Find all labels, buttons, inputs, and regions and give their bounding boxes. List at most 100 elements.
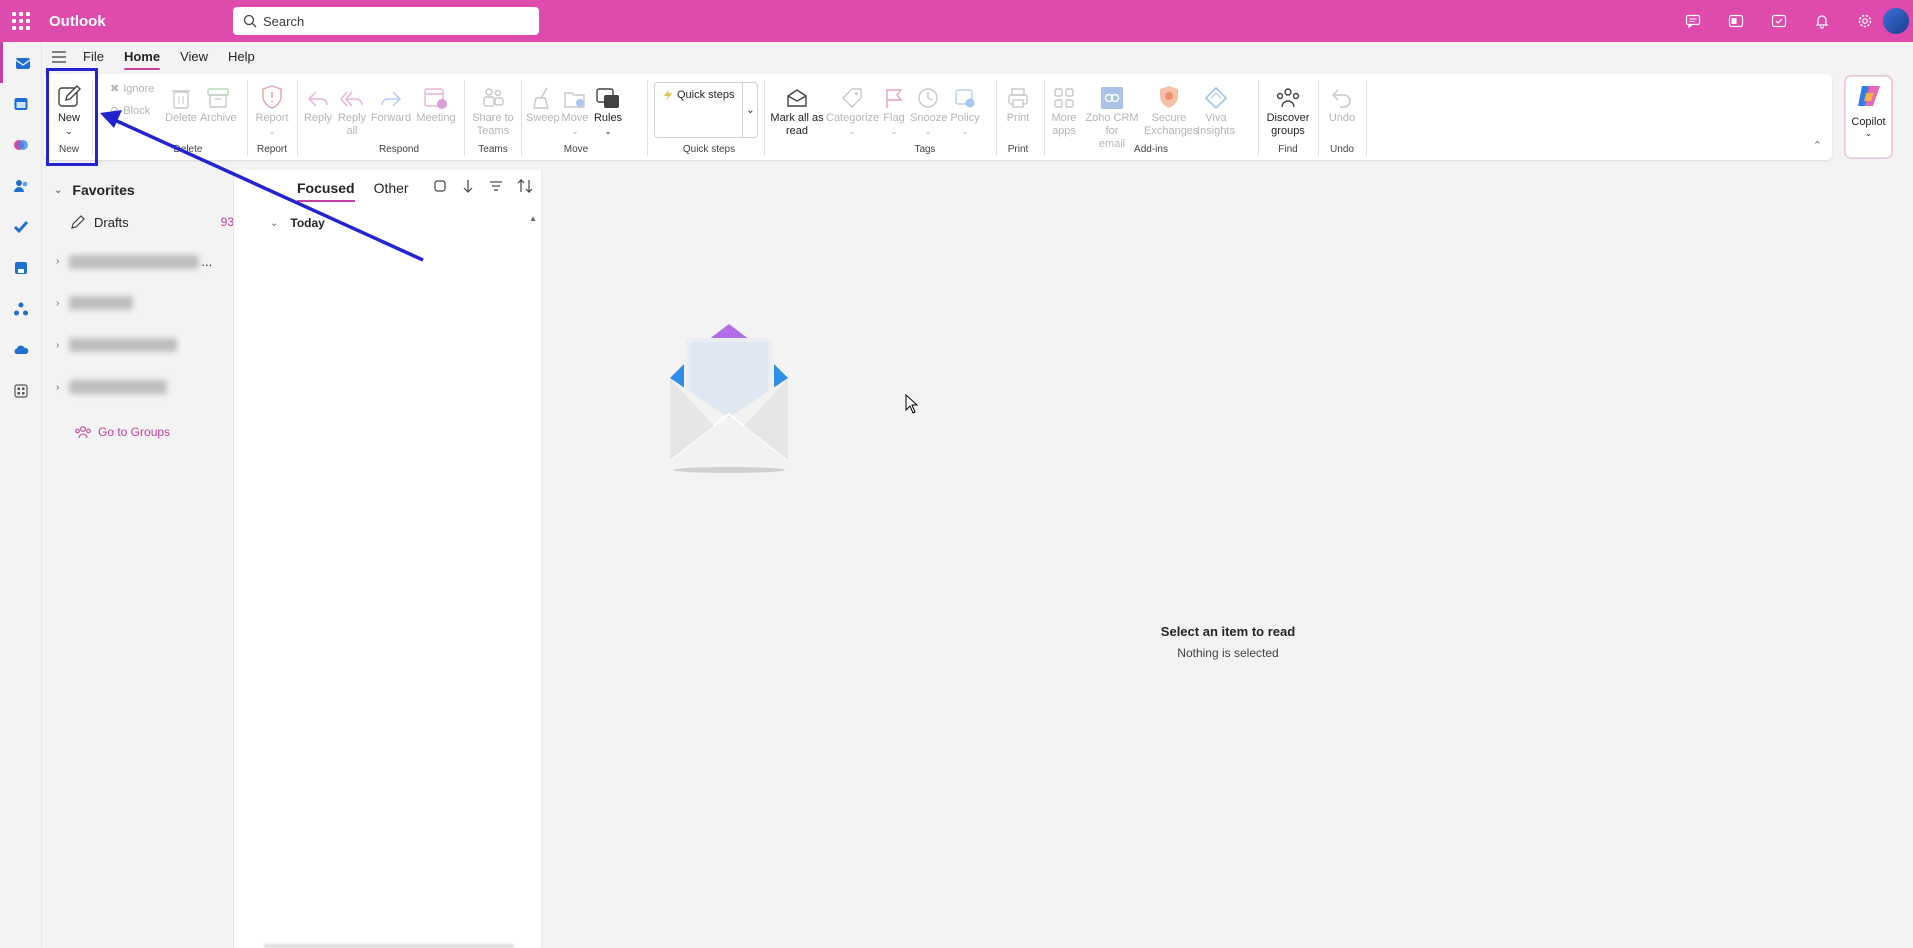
secure-exchanges-icon xyxy=(1160,86,1178,108)
more-apps-button[interactable]: More apps xyxy=(1048,80,1080,138)
rules-button[interactable]: Rules ⌄ xyxy=(592,80,624,138)
calendar-app-icon[interactable] xyxy=(0,83,42,124)
redacted-text xyxy=(69,338,178,352)
forward-icon xyxy=(381,91,402,107)
delete-label: Delete xyxy=(165,112,197,124)
go-to-groups-link[interactable]: Go to Groups xyxy=(74,425,170,439)
tab-help[interactable]: Help xyxy=(228,49,255,66)
quick-steps-dropdown[interactable]: ⌄ xyxy=(742,82,758,138)
mark-all-as-read-button[interactable]: Mark all as read xyxy=(770,80,824,138)
lightning-icon xyxy=(664,89,672,101)
tab-file[interactable]: File xyxy=(83,49,104,66)
chevron-down-icon: ⌄ xyxy=(890,126,898,136)
search-input[interactable]: Search xyxy=(233,7,539,35)
share-to-teams-button[interactable]: Share to Teams xyxy=(470,80,516,138)
ribbon-divider xyxy=(521,80,522,156)
print-button[interactable]: Print xyxy=(1000,80,1036,125)
hamburger-icon[interactable] xyxy=(44,51,74,63)
delete-button[interactable]: Delete xyxy=(165,80,197,125)
move-button[interactable]: Move ⌄ xyxy=(560,80,590,138)
folder-account-2[interactable]: › xyxy=(56,296,134,310)
shield-alert-icon xyxy=(262,85,282,109)
policy-icon xyxy=(955,89,975,108)
message-list-header: Focused Other xyxy=(234,170,543,206)
chevron-down-icon[interactable]: ⌄ xyxy=(592,125,624,138)
save-app-icon[interactable] xyxy=(0,247,42,288)
collapse-ribbon-button[interactable]: ⌃ xyxy=(1813,136,1822,154)
snooze-button[interactable]: Snooze ⌄ xyxy=(910,80,948,138)
move-label: Move xyxy=(561,112,589,124)
mail-app-icon[interactable] xyxy=(0,42,42,83)
tab-home[interactable]: Home xyxy=(123,49,161,70)
report-button[interactable]: Report ⌄ xyxy=(252,80,292,138)
secure-label: Secure xyxy=(1151,112,1187,124)
calendar-reply-icon xyxy=(424,88,447,109)
archive-button[interactable]: Archive xyxy=(200,80,237,125)
scroll-up-arrow[interactable]: ▲ xyxy=(529,214,537,223)
jump-to-icon[interactable] xyxy=(461,179,475,196)
tab-focused[interactable]: Focused xyxy=(297,180,355,202)
todo-app-icon[interactable] xyxy=(0,206,42,247)
chevron-down-icon: ⌄ xyxy=(571,126,579,136)
sweep-button[interactable]: Sweep xyxy=(526,80,560,125)
ignore-button[interactable]: ✖ Ignore xyxy=(110,82,155,96)
undo-button[interactable]: Undo xyxy=(1322,80,1362,125)
zoho-icon xyxy=(1101,87,1123,109)
reply-button[interactable]: Reply xyxy=(302,80,334,125)
reading-pane xyxy=(543,170,1913,948)
avatar[interactable] xyxy=(1883,8,1909,34)
redacted-text xyxy=(69,296,134,310)
copilot-button[interactable]: Copilot ⌄ xyxy=(1845,76,1892,158)
redacted-text xyxy=(69,254,200,269)
snooze-label: Snooze xyxy=(910,112,948,124)
flag-button[interactable]: Flag ⌄ xyxy=(880,80,908,138)
copilot-label: Copilot xyxy=(1851,116,1886,128)
folder-drafts[interactable]: Drafts 93 xyxy=(70,214,234,230)
chevron-right-icon: › xyxy=(56,381,60,393)
chat-icon[interactable] xyxy=(1681,9,1705,33)
reply-all-button[interactable]: Reply all xyxy=(336,80,368,138)
block-button[interactable]: ⊘ Block xyxy=(110,104,150,118)
meeting-label: Meeting xyxy=(416,112,456,124)
bell-icon[interactable] xyxy=(1810,9,1834,33)
folder-account-3[interactable]: › xyxy=(56,338,178,352)
group-header-today[interactable]: ⌄ Today xyxy=(270,216,325,230)
copilot-icon xyxy=(1857,86,1880,106)
app-launcher-button[interactable] xyxy=(0,0,42,42)
forward-label: Forward xyxy=(370,112,412,124)
app-title[interactable]: Outlook xyxy=(49,13,233,30)
forward-button[interactable]: Forward xyxy=(370,80,412,125)
onedrive-app-icon[interactable] xyxy=(0,329,42,370)
select-mode-icon[interactable] xyxy=(433,179,447,196)
folder-account-4[interactable]: › xyxy=(56,380,168,394)
people-app-icon[interactable] xyxy=(0,165,42,206)
viva-label-2: Insights xyxy=(1197,125,1235,137)
copilot-app-icon[interactable] xyxy=(0,124,42,165)
gear-icon[interactable] xyxy=(1853,9,1877,33)
my-day-icon[interactable] xyxy=(1767,9,1791,33)
filter-icon[interactable] xyxy=(489,179,503,196)
trash-icon xyxy=(172,90,190,109)
chevron-down-icon: ⌄ xyxy=(961,126,969,136)
folder-account-1[interactable]: › ... xyxy=(56,254,212,269)
outlook-teams-icon[interactable] xyxy=(1724,9,1748,33)
secure-exchanges-button[interactable]: Secure Exchanges xyxy=(1144,80,1198,138)
sort-icon[interactable] xyxy=(517,178,533,196)
favorites-header[interactable]: ⌄ Favorites xyxy=(54,182,135,198)
reply-all-label-2: all xyxy=(346,125,358,137)
policy-button[interactable]: Policy ⌄ xyxy=(948,80,982,138)
discover-groups-button[interactable]: Discover groups xyxy=(1262,80,1314,138)
tab-other[interactable]: Other xyxy=(374,180,409,196)
org-explorer-icon[interactable] xyxy=(0,288,42,329)
open-envelope-illustration xyxy=(624,298,834,493)
meeting-button[interactable]: Meeting xyxy=(414,80,458,125)
ignore-label: Ignore xyxy=(123,82,155,95)
partial-message-row xyxy=(264,944,514,948)
tab-view[interactable]: View xyxy=(180,49,208,66)
discover-groups-label-2: groups xyxy=(1271,125,1305,137)
group-label-report: Report xyxy=(256,144,287,155)
categorize-button[interactable]: Categorize ⌄ xyxy=(826,80,879,138)
zoho-crm-button[interactable]: Zoho CRM for email xyxy=(1080,80,1144,151)
viva-insights-button[interactable]: Viva Insights xyxy=(1196,80,1236,138)
more-apps-rail-icon[interactable] xyxy=(0,370,42,411)
